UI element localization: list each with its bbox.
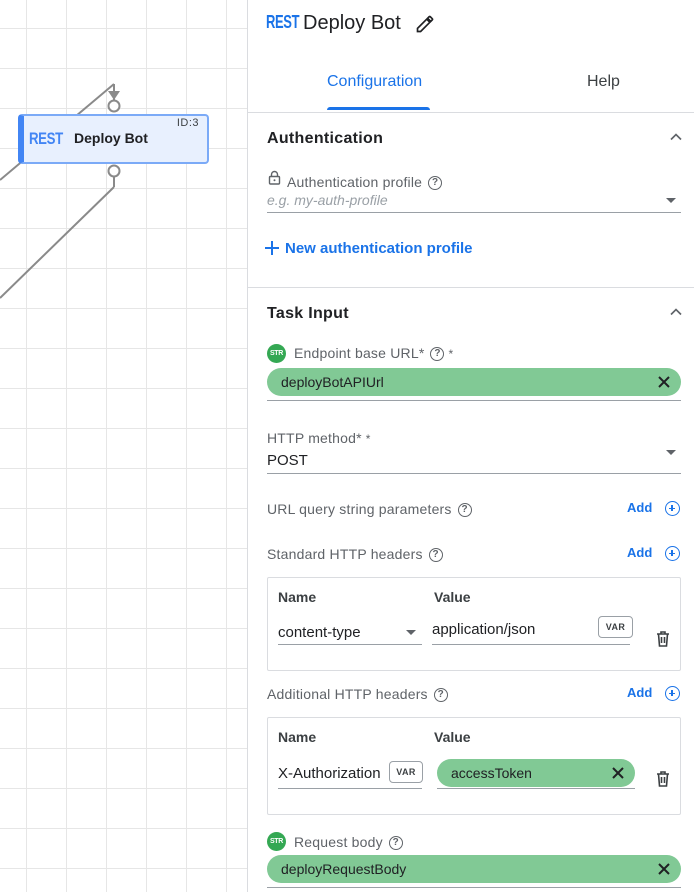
task-config-panel: REST Deploy Bot Configuration Help Authe… bbox=[247, 0, 694, 892]
request-body-label: Request body? bbox=[294, 834, 403, 851]
header-value-underline bbox=[432, 644, 630, 645]
task-input-section-title: Task Input bbox=[267, 305, 349, 322]
http-method-underline bbox=[267, 473, 681, 474]
node-title: Deploy Bot bbox=[74, 130, 148, 146]
new-auth-profile-label: New authentication profile bbox=[285, 240, 473, 257]
string-type-badge: STR bbox=[267, 344, 286, 363]
query-params-label-text: URL query string parameters bbox=[267, 501, 452, 517]
help-icon[interactable]: ? bbox=[428, 176, 443, 191]
column-header-value: Value bbox=[434, 729, 471, 745]
query-params-label: URL query string parameters? bbox=[267, 501, 472, 518]
header-name-input[interactable]: X-Authorization bbox=[278, 765, 381, 782]
trash-icon[interactable] bbox=[656, 631, 670, 647]
additional-headers-label: Additional HTTP headers? bbox=[267, 686, 448, 703]
help-icon[interactable]: ? bbox=[430, 347, 445, 362]
node-id: ID:3 bbox=[176, 117, 199, 129]
header-name-underline bbox=[278, 788, 422, 789]
endpoint-url-value: deployBotAPIUrl bbox=[281, 374, 384, 390]
panel-header: REST Deploy Bot Configuration Help bbox=[248, 0, 694, 113]
tab-help[interactable]: Help bbox=[587, 73, 620, 91]
http-method-label-text: HTTP method* bbox=[267, 430, 362, 446]
var-toggle-badge[interactable]: VAR bbox=[389, 761, 423, 783]
close-icon[interactable] bbox=[655, 373, 673, 391]
lock-icon bbox=[268, 170, 281, 185]
node-input-port bbox=[107, 99, 121, 113]
node-output-port bbox=[107, 164, 121, 178]
section-divider bbox=[248, 287, 694, 288]
var-toggle-badge[interactable]: VAR bbox=[598, 616, 633, 638]
rest-logo-icon: REST bbox=[29, 129, 63, 148]
additional-headers-table: Name Value X-Authorization VAR accessTok… bbox=[267, 717, 681, 815]
plus-icon bbox=[265, 241, 279, 255]
add-circle-icon[interactable] bbox=[665, 686, 680, 701]
edit-pencil-icon[interactable] bbox=[415, 14, 435, 34]
header-name-underline bbox=[278, 644, 422, 645]
standard-headers-table: Name Value content-type application/json… bbox=[267, 577, 681, 671]
trash-icon[interactable] bbox=[656, 771, 670, 787]
edge-arrowhead bbox=[108, 91, 120, 100]
column-header-name: Name bbox=[278, 589, 317, 605]
column-header-value: Value bbox=[434, 589, 471, 605]
endpoint-url-chip[interactable]: deployBotAPIUrl bbox=[267, 368, 681, 396]
rest-task-node[interactable]: REST Deploy Bot ID:3 bbox=[18, 114, 209, 164]
add-additional-header-button[interactable]: Add bbox=[627, 685, 652, 700]
add-query-param-button[interactable]: Add bbox=[627, 500, 652, 515]
help-icon[interactable]: ? bbox=[433, 688, 448, 703]
header-value-chip[interactable]: accessToken bbox=[437, 759, 635, 787]
required-marker: * bbox=[448, 347, 454, 361]
close-icon[interactable] bbox=[609, 764, 627, 782]
auth-profile-underline bbox=[267, 212, 681, 213]
chevron-up-icon[interactable] bbox=[666, 127, 686, 147]
endpoint-label: Endpoint base URL*? * bbox=[294, 345, 454, 362]
panel-title: Deploy Bot bbox=[303, 12, 401, 34]
authentication-section-title: Authentication bbox=[267, 130, 384, 147]
new-auth-profile-button[interactable]: New authentication profile bbox=[265, 240, 473, 257]
outgoing-edge bbox=[0, 186, 115, 299]
workflow-canvas[interactable]: REST Deploy Bot ID:3 bbox=[0, 0, 248, 892]
auth-profile-select[interactable]: e.g. my-auth-profile bbox=[267, 192, 388, 208]
add-circle-icon[interactable] bbox=[665, 501, 680, 516]
request-body-label-text: Request body bbox=[294, 834, 383, 850]
active-tab-indicator bbox=[327, 107, 430, 110]
http-method-label: HTTP method* * bbox=[267, 430, 371, 446]
auth-profile-label: Authentication profile? bbox=[287, 174, 443, 191]
additional-headers-label-text: Additional HTTP headers bbox=[267, 686, 428, 702]
close-icon[interactable] bbox=[655, 860, 673, 878]
rest-logo-icon: REST bbox=[266, 12, 300, 32]
endpoint-label-text: Endpoint base URL* bbox=[294, 345, 425, 361]
column-header-name: Name bbox=[278, 729, 317, 745]
tab-configuration[interactable]: Configuration bbox=[327, 73, 422, 91]
request-body-value: deployRequestBody bbox=[281, 861, 407, 877]
request-body-underline bbox=[267, 887, 681, 888]
chevron-up-icon[interactable] bbox=[666, 302, 686, 322]
header-name-select[interactable]: content-type bbox=[278, 624, 361, 641]
string-type-badge: STR bbox=[267, 832, 286, 851]
dropdown-arrow-icon[interactable] bbox=[406, 630, 416, 635]
standard-headers-label-text: Standard HTTP headers bbox=[267, 546, 423, 562]
dropdown-arrow-icon[interactable] bbox=[666, 450, 676, 455]
auth-profile-label-text: Authentication profile bbox=[287, 174, 423, 190]
help-icon[interactable]: ? bbox=[388, 836, 403, 851]
standard-headers-label: Standard HTTP headers? bbox=[267, 546, 443, 563]
endpoint-underline bbox=[267, 400, 681, 401]
help-icon[interactable]: ? bbox=[457, 503, 472, 518]
header-value-input[interactable]: application/json bbox=[432, 621, 535, 638]
required-marker: * bbox=[365, 432, 371, 446]
help-icon[interactable]: ? bbox=[428, 548, 443, 563]
header-value-text: accessToken bbox=[451, 765, 532, 781]
header-value-underline bbox=[437, 788, 635, 789]
http-method-select[interactable]: POST bbox=[267, 452, 308, 469]
add-standard-header-button[interactable]: Add bbox=[627, 545, 652, 560]
add-circle-icon[interactable] bbox=[665, 546, 680, 561]
dropdown-arrow-icon[interactable] bbox=[666, 198, 676, 203]
request-body-chip[interactable]: deployRequestBody bbox=[267, 855, 681, 883]
